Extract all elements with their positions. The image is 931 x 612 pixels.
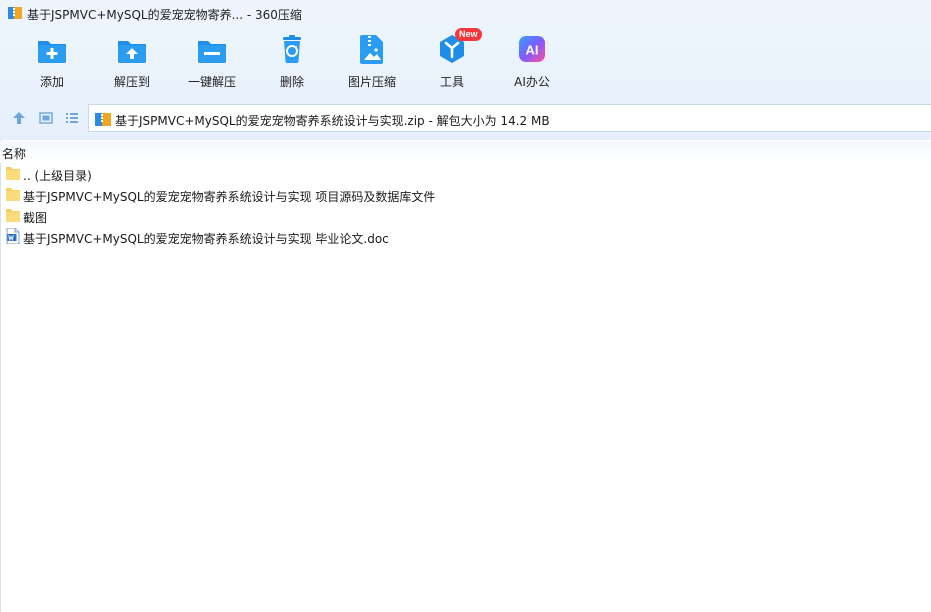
folder-icon: [6, 188, 20, 201]
tools-icon: New: [435, 28, 482, 66]
new-badge: New: [455, 28, 482, 41]
file-list: .. (上级目录) 基于JSPMVC+MySQL的爱宠宠物寄养系统设计与实现 项…: [0, 163, 931, 247]
app-window: 基于JSPMVC+MySQL的爱宠宠物寄养... - 360压缩 添加 解压到 …: [0, 0, 931, 612]
word-document-icon: [6, 228, 20, 244]
list-item-thesis-doc[interactable]: 基于JSPMVC+MySQL的爱宠宠物寄养系统设计与实现 毕业论文.doc: [0, 226, 931, 247]
add-icon: [35, 32, 69, 66]
extract-to-icon: [115, 32, 149, 66]
thumbnail-view-icon: [39, 112, 53, 124]
extract-to-label: 解压到: [113, 75, 150, 89]
list-view-icon: [66, 113, 78, 123]
file-name: 基于JSPMVC+MySQL的爱宠宠物寄养系统设计与实现 项目源码及数据库文件: [23, 190, 436, 204]
zip-archive-icon: [95, 113, 111, 126]
delete-button[interactable]: 删除: [252, 32, 332, 94]
extract-to-button[interactable]: 解压到: [92, 32, 172, 94]
tools-label: 工具: [439, 75, 464, 89]
ai-glyph: AI: [526, 43, 539, 58]
list-item-source-folder[interactable]: 基于JSPMVC+MySQL的爱宠宠物寄养系统设计与实现 项目源码及数据库文件: [0, 184, 931, 205]
file-name: 截图: [23, 211, 48, 225]
add-label: 添加: [39, 75, 64, 89]
title-bar: 基于JSPMVC+MySQL的爱宠宠物寄养... - 360压缩: [0, 0, 931, 28]
list-item-screenshots-folder[interactable]: 截图: [0, 205, 931, 226]
tools-button[interactable]: New 工具: [412, 28, 492, 94]
image-compress-label: 图片压缩: [347, 75, 396, 89]
add-button[interactable]: 添加: [12, 32, 92, 94]
list-view-button[interactable]: [64, 110, 80, 126]
one-click-extract-button[interactable]: 一键解压: [172, 32, 252, 94]
image-compress-icon: [355, 32, 389, 66]
toolbar: 添加 解压到 一键解压 删除 图片压缩 New 工具 AI AI办公: [0, 28, 931, 96]
file-name: .. (上级目录): [23, 169, 92, 183]
ai-office-label: AI办公: [514, 75, 550, 89]
folder-icon: [6, 209, 20, 222]
up-level-button[interactable]: [11, 110, 27, 126]
address-bar[interactable]: 基于JSPMVC+MySQL的爱宠宠物寄养系统设计与实现.zip - 解包大小为…: [88, 104, 931, 132]
delete-icon: [275, 32, 309, 66]
app-zip-icon: [8, 7, 22, 19]
folder-icon: [6, 167, 20, 180]
navigation-row: 基于JSPMVC+MySQL的爱宠宠物寄养系统设计与实现.zip - 解包大小为…: [0, 104, 931, 132]
ai-office-button[interactable]: AI AI办公: [492, 32, 572, 94]
archive-path: 基于JSPMVC+MySQL的爱宠宠物寄养系统设计与实现.zip - 解包大小为…: [115, 114, 550, 128]
image-compress-button[interactable]: 图片压缩: [332, 32, 412, 94]
one-click-extract-icon: [195, 32, 229, 66]
column-header-name[interactable]: 名称: [2, 145, 26, 162]
delete-label: 删除: [279, 75, 304, 89]
window-title: 基于JSPMVC+MySQL的爱宠宠物寄养... - 360压缩: [27, 8, 302, 22]
ai-office-icon: AI: [515, 32, 549, 66]
file-name: 基于JSPMVC+MySQL的爱宠宠物寄养系统设计与实现 毕业论文.doc: [23, 232, 389, 246]
thumbnail-view-button[interactable]: [38, 110, 54, 126]
one-click-extract-label: 一键解压: [187, 75, 236, 89]
list-header: 名称: [0, 141, 931, 163]
list-item-parent-directory[interactable]: .. (上级目录): [0, 163, 931, 184]
arrow-up-icon: [13, 112, 25, 124]
